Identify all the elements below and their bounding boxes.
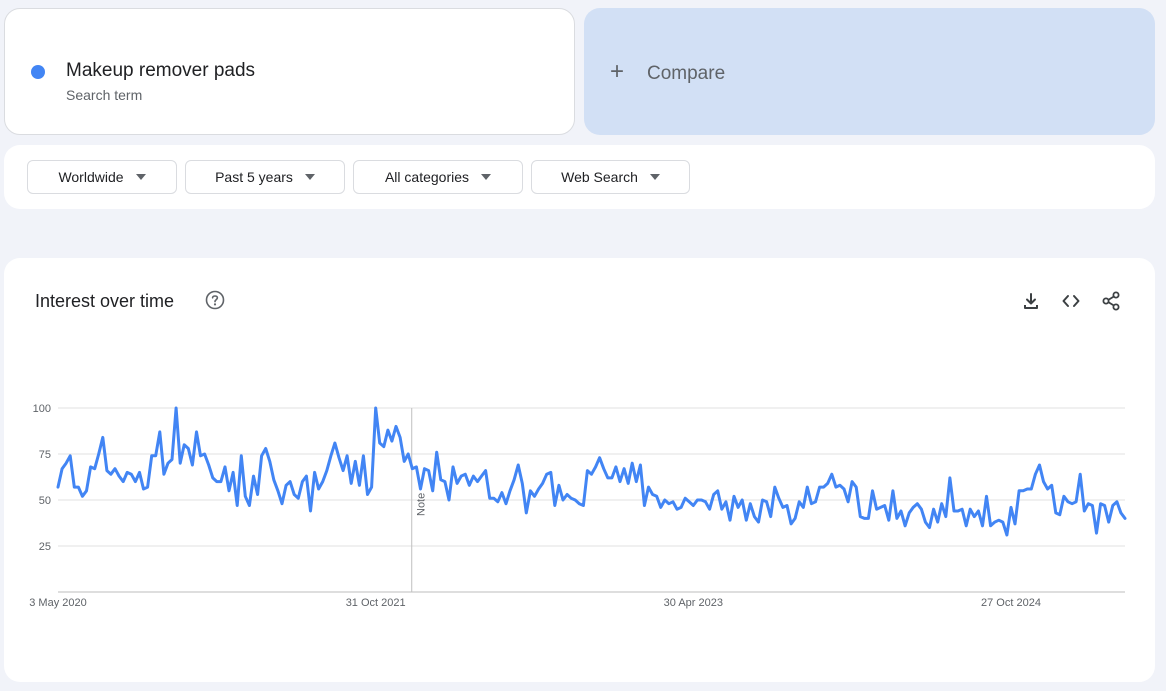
- filter-location-label: Worldwide: [58, 169, 124, 185]
- filter-time-range-label: Past 5 years: [215, 169, 293, 185]
- filter-time-range[interactable]: Past 5 years: [185, 160, 345, 194]
- series-color-dot: [31, 65, 45, 79]
- caret-down-icon: [649, 174, 660, 180]
- plus-icon: +: [610, 58, 625, 85]
- search-term-subtitle: Search term: [66, 87, 143, 103]
- caret-down-icon: [481, 174, 492, 180]
- x-tick-label: 30 Apr 2023: [664, 597, 723, 609]
- filter-location[interactable]: Worldwide: [27, 160, 177, 194]
- caret-down-icon: [304, 174, 315, 180]
- filter-category-label: All categories: [384, 169, 470, 185]
- note-label: Note: [416, 493, 428, 516]
- x-tick-label: 31 Oct 2021: [346, 597, 406, 609]
- caret-down-icon: [135, 174, 146, 180]
- compare-button[interactable]: + Compare: [584, 8, 1155, 135]
- y-tick-label: 25: [39, 541, 51, 553]
- interest-over-time-card: Interest over time 25 50 75 100 3 May 2020 31…: [4, 258, 1155, 682]
- search-term-card[interactable]: Makeup remover pads Search term: [4, 8, 575, 135]
- series-line: [56, 406, 1127, 537]
- compare-label: Compare: [647, 63, 726, 84]
- filter-category[interactable]: All categories: [353, 160, 523, 194]
- interest-over-time-chart: 25 50 75 100 3 May 2020 31 Oct 2021 30 Apr 202…: [29, 403, 1127, 609]
- x-tick-label: 3 May 2020: [29, 597, 86, 609]
- search-term-name: Makeup remover pads: [66, 60, 256, 81]
- x-tick-label: 27 Oct 2024: [981, 597, 1041, 609]
- filter-search-type-label: Web Search: [561, 169, 638, 185]
- filter-search-type[interactable]: Web Search: [531, 160, 690, 194]
- filter-bar: Worldwide Past 5 years All categories We…: [4, 145, 1155, 209]
- y-tick-label: 75: [39, 449, 51, 461]
- y-tick-label: 50: [39, 495, 51, 507]
- y-tick-label: 100: [33, 403, 51, 415]
